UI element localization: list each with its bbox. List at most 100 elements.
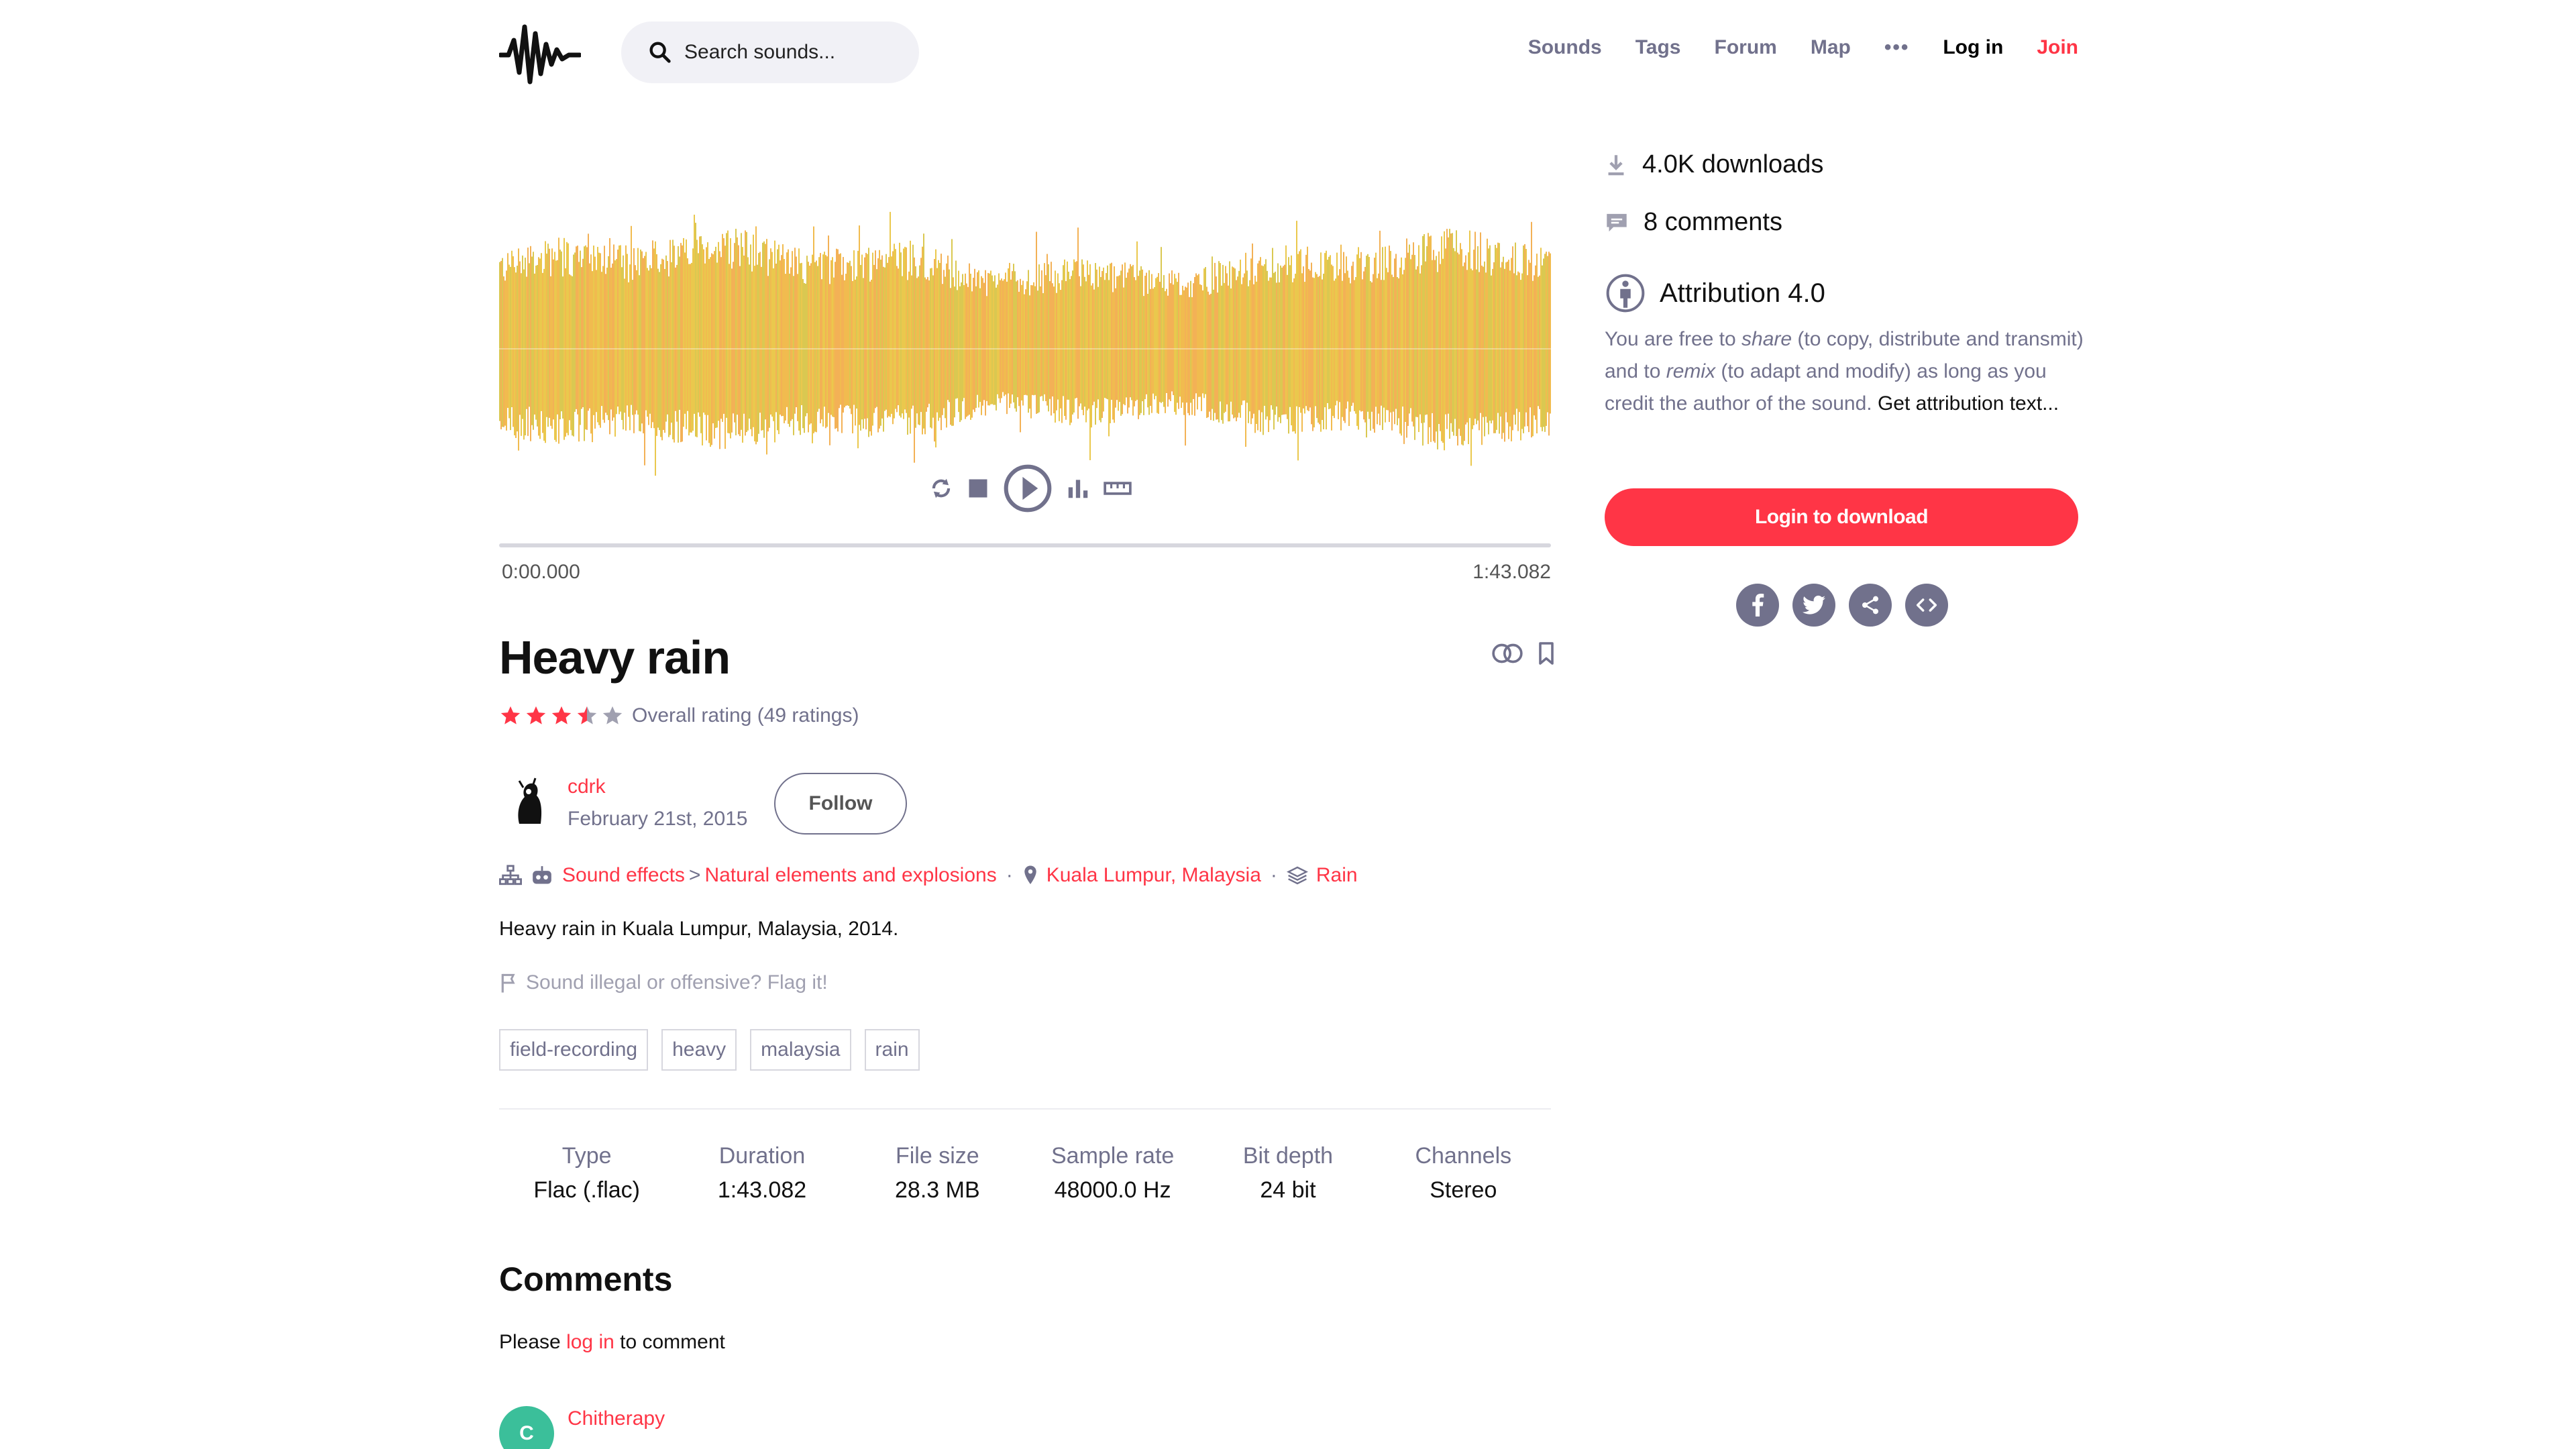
time-start: 0:00.000 [502, 561, 580, 583]
playback-progress-bar[interactable] [499, 543, 1551, 547]
comment-avatar[interactable]: C [499, 1406, 554, 1449]
meta-label: Channels [1415, 1143, 1512, 1169]
star-icon[interactable] [550, 704, 573, 727]
meta-value: Stereo [1430, 1177, 1497, 1203]
follow-button[interactable]: Follow [774, 773, 907, 835]
license-name: Attribution 4.0 [1660, 278, 1825, 308]
star-icon[interactable] [525, 704, 547, 727]
meta-value: 48000.0 Hz [1054, 1177, 1171, 1203]
to-comment-text: to comment [620, 1331, 725, 1353]
player-controls [928, 463, 1132, 514]
meta-label: Duration [718, 1143, 806, 1169]
dot-separator: · [1270, 864, 1277, 886]
comment-icon [1607, 213, 1627, 231]
attribution-license-icon [1606, 274, 1645, 313]
similar-sounds-icon[interactable] [1491, 642, 1524, 668]
tag-list: field-recording heavy malaysia rain [499, 1029, 920, 1071]
license-heading[interactable]: Attribution 4.0 [1605, 272, 1825, 314]
share-link-icon[interactable] [1849, 584, 1892, 627]
license-description: You are free to share (to copy, distribu… [1605, 328, 2084, 415]
author-avatar[interactable] [499, 773, 555, 829]
stop-icon[interactable] [966, 476, 990, 500]
loop-icon[interactable] [928, 476, 954, 501]
star-icon[interactable] [576, 704, 598, 727]
rating-row: Overall rating (49 ratings) [499, 704, 859, 727]
star-icon[interactable] [601, 704, 624, 727]
category-tree-icon [499, 865, 522, 886]
category-separator: > [688, 864, 701, 886]
nav-tags[interactable]: Tags [1635, 36, 1681, 59]
divider [499, 1108, 1551, 1110]
meta-column: Duration 1:43.082 [674, 1143, 849, 1203]
comment-login-link[interactable]: log in [566, 1331, 614, 1353]
join-link[interactable]: Join [2037, 36, 2078, 59]
meta-column: Sample rate 48000.0 Hz [1025, 1143, 1200, 1203]
category-line: Sound effects > Natural elements and exp… [499, 864, 1358, 887]
attribution-text-link[interactable]: Get attribution text... [1878, 392, 2059, 415]
bookmark-icon[interactable] [1536, 641, 1556, 669]
category-link-natural[interactable]: Natural elements and explosions [704, 864, 996, 887]
pack-layers-icon [1286, 865, 1308, 885]
tag-2[interactable]: malaysia [750, 1029, 851, 1071]
nav-map[interactable]: Map [1811, 36, 1851, 59]
please-text: Please [499, 1331, 561, 1353]
embed-code-icon[interactable] [1905, 584, 1948, 627]
login-to-comment: Please log in to comment [499, 1331, 725, 1354]
robot-icon [530, 865, 554, 886]
tag-3[interactable]: rain [864, 1029, 920, 1071]
comment-author-link[interactable]: Chitherapy [568, 1407, 665, 1430]
meta-column: Type Flac (.flac) [499, 1143, 674, 1203]
main-nav: Sounds Tags Forum Map ••• Log in Join [1495, 36, 2078, 59]
download-icon [1608, 154, 1624, 175]
location-pin-icon [1022, 865, 1038, 886]
sound-title: Heavy rain [499, 631, 731, 684]
comments-heading: Comments [499, 1260, 673, 1298]
meta-column: File size 28.3 MB [850, 1143, 1025, 1203]
title-actions [1491, 641, 1556, 669]
more-menu-icon[interactable]: ••• [1884, 36, 1910, 59]
share-buttons [1736, 584, 1948, 627]
file-metadata: Type Flac (.flac) Duration 1:43.082 File siz… [499, 1143, 1551, 1203]
meta-label: File size [895, 1143, 979, 1169]
login-link[interactable]: Log in [1943, 36, 2003, 59]
login-to-download-button[interactable]: Login to download [1605, 488, 2078, 546]
comments-count: 8 comments [1644, 208, 1782, 236]
flag-link[interactable]: Sound illegal or offensive? Flag it! [499, 971, 828, 994]
nav-sounds[interactable]: Sounds [1528, 36, 1602, 59]
flag-text: Sound illegal or offensive? Flag it! [526, 971, 828, 994]
twitter-share-icon[interactable] [1792, 584, 1835, 627]
comments-stat[interactable]: 8 comments [1605, 208, 1782, 237]
facebook-share-icon[interactable] [1736, 584, 1779, 627]
freesound-logo[interactable] [499, 20, 581, 87]
sound-description: Heavy rain in Kuala Lumpur, Malaysia, 20… [499, 918, 899, 940]
search-input[interactable] [684, 41, 899, 64]
time-end: 1:43.082 [1472, 561, 1551, 583]
category-link-sound-effects[interactable]: Sound effects [562, 864, 685, 887]
nav-forum[interactable]: Forum [1715, 36, 1777, 59]
meta-value: 1:43.082 [717, 1177, 807, 1203]
pack-link[interactable]: Rain [1316, 864, 1358, 887]
meta-value: 24 bit [1260, 1177, 1316, 1203]
rating-text: Overall rating (49 ratings) [632, 704, 859, 727]
meta-column: Bit depth 24 bit [1200, 1143, 1375, 1203]
flag-icon [501, 973, 515, 993]
author-name-link[interactable]: cdrk [568, 775, 606, 798]
search-icon [649, 42, 671, 63]
play-icon[interactable] [1002, 463, 1053, 514]
upload-date: February 21st, 2015 [568, 808, 748, 830]
dot-separator: · [1006, 864, 1013, 886]
meta-label: Type [561, 1143, 612, 1169]
star-icon[interactable] [499, 704, 522, 727]
tag-1[interactable]: heavy [661, 1029, 737, 1071]
waveform-bars [499, 211, 1551, 476]
rating-stars[interactable] [499, 704, 624, 727]
location-link[interactable]: Kuala Lumpur, Malaysia [1046, 864, 1261, 887]
meta-value: Flac (.flac) [533, 1177, 640, 1203]
search-box[interactable] [621, 21, 919, 83]
spectrogram-icon[interactable] [1065, 476, 1091, 501]
ruler-icon[interactable] [1103, 476, 1132, 501]
downloads-count: 4.0K downloads [1642, 150, 1824, 178]
meta-label: Bit depth [1242, 1143, 1334, 1169]
tag-0[interactable]: field-recording [499, 1029, 649, 1071]
meta-label: Sample rate [1051, 1143, 1175, 1169]
